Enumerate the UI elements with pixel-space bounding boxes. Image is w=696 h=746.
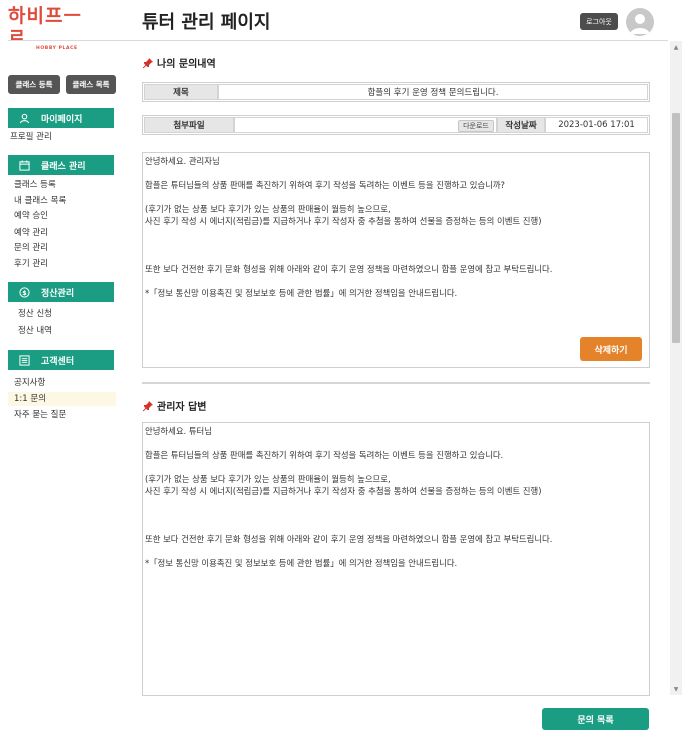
sidebar-item-review-manage[interactable]: 후기 관리: [8, 257, 114, 271]
page-title: 튜터 관리 페이지: [142, 12, 271, 33]
body-line: 또한 보다 건전한 후기 문화 형성을 위해 아래와 같이 후기 운영 정책을 …: [145, 264, 553, 274]
title-label: 제목: [144, 84, 218, 100]
sidebar-heading-label: 정산관리: [41, 288, 75, 299]
body-line: 안녕하세요. 튜터님: [145, 426, 212, 436]
site-logo[interactable]: 하비프ㅡㄹ HOBBY PLACE: [8, 6, 98, 51]
sidebar-item-one-on-one[interactable]: 1:1 문의: [8, 392, 116, 406]
pin-icon: [142, 400, 154, 412]
sidebar-item-class-register[interactable]: 클래스 등록: [8, 178, 114, 192]
sidebar-item-inquiry-manage[interactable]: 문의 관리: [8, 241, 114, 255]
logout-button[interactable]: 로그아웃: [580, 13, 618, 30]
attachment-label: 첨부파일: [144, 117, 234, 133]
scroll-up-icon[interactable]: ▲: [670, 41, 682, 53]
section-title-text: 나의 문의내역: [157, 59, 216, 70]
sidebar-heading-label: 고객센터: [41, 356, 75, 367]
body-line: 합플은 튜터님들의 상품 판매를 촉진하기 위하여 후기 작성을 독려하는 이벤…: [145, 180, 505, 190]
sidebar-heading-settlement: $ 정산관리: [8, 282, 114, 302]
answer-body: 안녕하세요. 튜터님 합플은 튜터님들의 상품 판매를 촉진하기 위하여 후기 …: [142, 422, 650, 696]
sidebar-heading-class: 클래스 관리: [8, 155, 114, 175]
inquiry-list-button[interactable]: 문의 목록: [542, 708, 649, 730]
sidebar-item-settlement-history[interactable]: 정산 내역: [12, 324, 118, 338]
pin-icon: [142, 57, 154, 69]
class-register-button[interactable]: 클래스 등록: [8, 75, 60, 94]
body-line: *「정보 통신망 이용촉진 및 정보보호 등에 관한 법률」에 의거한 정책임을…: [145, 558, 458, 568]
class-list-button[interactable]: 클래스 목록: [66, 75, 116, 94]
inquiry-body: 안녕하세요. 관리자님 합플은 튜터님들의 상품 판매를 촉진하기 위하여 후기…: [142, 152, 650, 368]
date-label: 작성날짜: [497, 117, 545, 133]
sidebar-item-faq[interactable]: 자주 묻는 질문: [8, 408, 114, 422]
body-line: (후기가 없는 상품 보다 후기가 있는 상품의 판매율이 월등히 높으므로,: [145, 204, 391, 214]
body-line: *「정보 통신망 이용촉진 및 정보보호 등에 관한 법률」에 의거한 정책임을…: [145, 288, 458, 298]
sidebar-item-profile[interactable]: 프로필 관리: [4, 130, 110, 144]
body-line: 또한 보다 건전한 후기 문화 형성을 위해 아래와 같이 후기 운영 정책을 …: [145, 534, 553, 544]
answer-section-title: 관리자 답변: [142, 398, 206, 413]
delete-button[interactable]: 삭제하기: [580, 337, 642, 361]
body-line: 합플은 튜터님들의 상품 판매를 촉진하기 위하여 후기 작성을 독려하는 이벤…: [145, 450, 504, 460]
user-avatar-icon: [630, 14, 650, 34]
title-value: 합플의 후기 운영 정책 문의드립니다.: [218, 84, 648, 100]
sidebar-item-booking-manage[interactable]: 예약 관리: [8, 226, 114, 240]
body-line: 사진 후기 작성 시 에너지(적립금)를 지급하거나 후기 작성자 중 추첨을 …: [145, 486, 542, 496]
sidebar-item-settlement-request[interactable]: 정산 신청: [12, 307, 118, 321]
sidebar-item-booking-approval[interactable]: 예약 승인: [8, 209, 114, 223]
sidebar-heading-mypage: 마이페이지: [8, 108, 114, 128]
list-icon: [18, 354, 31, 367]
body-line: 사진 후기 작성 시 에너지(적립금)를 지급하거나 후기 작성자 중 추첨을 …: [145, 216, 542, 226]
user-icon: [18, 112, 31, 125]
section-title-text: 관리자 답변: [157, 402, 207, 413]
inquiry-title-row: 제목 합플의 후기 운영 정책 문의드립니다.: [142, 82, 650, 102]
avatar[interactable]: [626, 8, 654, 36]
inquiry-section-title: 나의 문의내역: [142, 55, 216, 70]
scroll-thumb[interactable]: [672, 113, 680, 343]
download-button[interactable]: 다운로드: [458, 120, 494, 132]
sidebar-item-my-classes[interactable]: 내 클래스 목록: [8, 194, 114, 208]
svg-text:$: $: [22, 288, 27, 296]
sidebar-item-notice[interactable]: 공지사항: [8, 376, 114, 390]
section-divider: [142, 382, 650, 384]
sidebar-heading-support: 고객센터: [8, 350, 114, 370]
calendar-icon: [18, 159, 31, 172]
logo-subtext: HOBBY PLACE: [36, 46, 78, 51]
date-value: 2023-01-06 17:01: [545, 117, 648, 133]
sidebar-heading-label: 클래스 관리: [41, 161, 86, 172]
body-line: (후기가 없는 상품 보다 후기가 있는 상품의 판매율이 월등히 높으므로,: [145, 474, 391, 484]
scroll-down-icon[interactable]: ▼: [670, 683, 682, 695]
header-divider: [8, 40, 668, 41]
body-line: 안녕하세요. 관리자님: [145, 156, 220, 166]
sidebar-heading-label: 마이페이지: [41, 114, 83, 125]
coin-icon: $: [18, 286, 31, 299]
page-scrollbar[interactable]: ▲ ▼: [670, 41, 682, 695]
inquiry-attachment-row: 첨부파일 작성날짜 2023-01-06 17:01: [142, 115, 650, 135]
